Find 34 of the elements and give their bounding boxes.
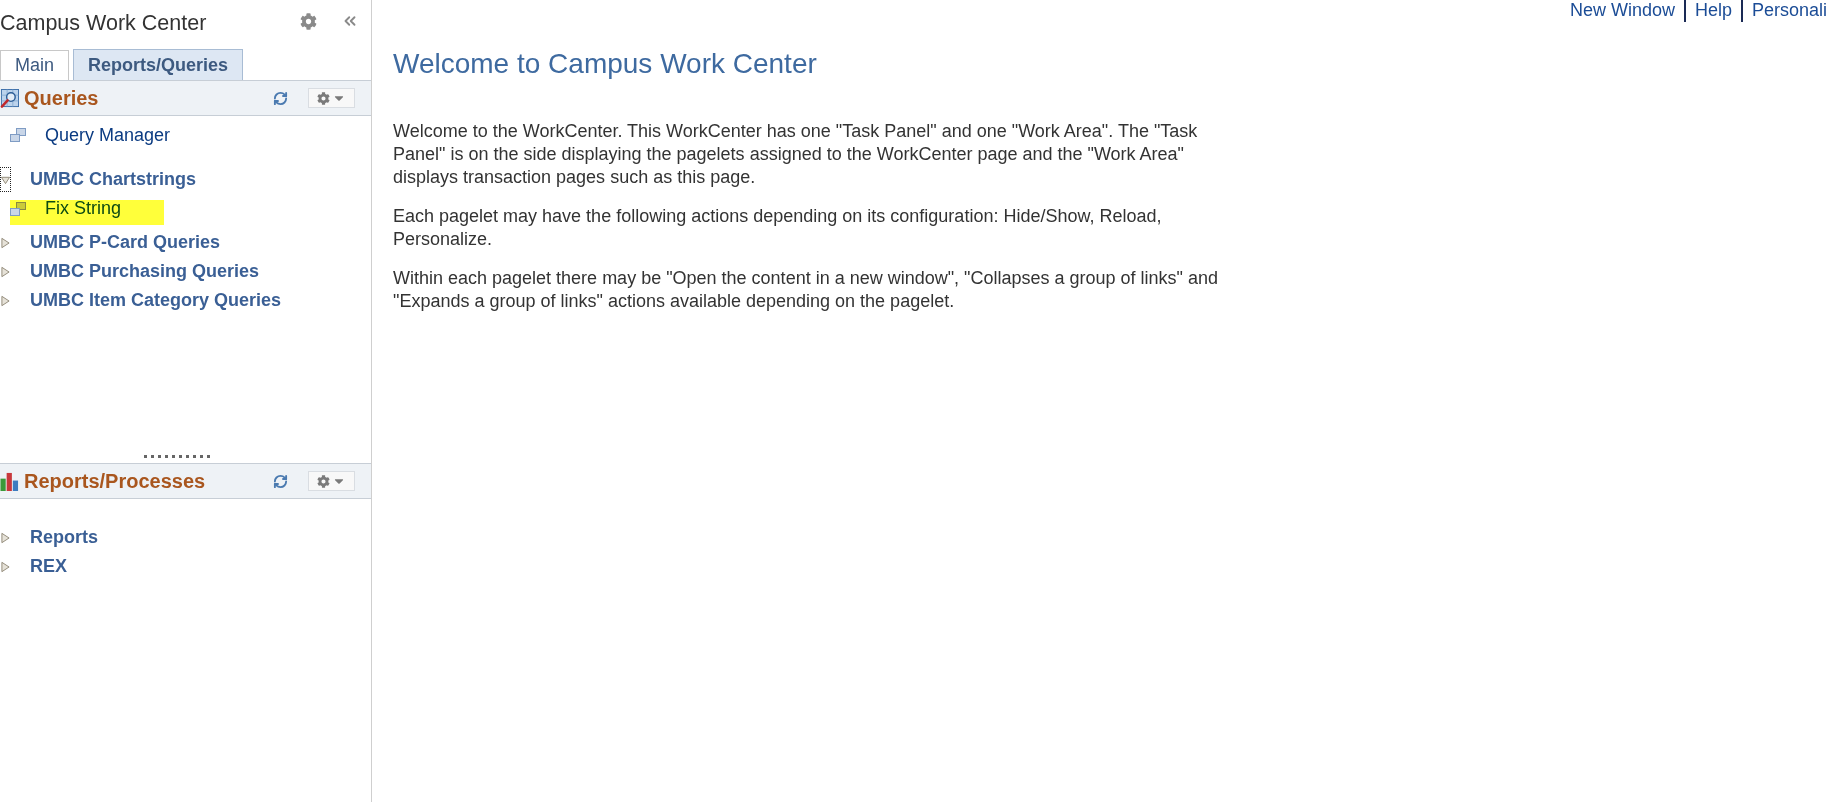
header-link[interactable]: Personali: [1740, 0, 1828, 22]
refresh-icon: [272, 90, 288, 106]
gear-icon: [299, 12, 317, 30]
query-link[interactable]: Query Manager: [10, 121, 177, 149]
paragraph: Within each pagelet there may be "Open the content in a new window", "Collapses a group of links" and "Expands a group of links" actions available depending on the pagelet.: [393, 267, 1220, 313]
panel-title: Campus Work Center: [0, 10, 208, 37]
tab[interactable]: Main: [0, 50, 69, 80]
page-heading: Welcome to Campus Work Center: [392, 48, 818, 80]
folder-link[interactable]: Reports: [30, 524, 98, 551]
settings-button[interactable]: [299, 12, 317, 30]
folder-link[interactable]: UMBC Chartstrings: [30, 166, 196, 193]
folder-link[interactable]: REX: [30, 553, 67, 580]
header-link[interactable]: New Window: [1569, 0, 1684, 22]
gear-icon: [317, 91, 330, 105]
refresh-button[interactable]: [272, 90, 288, 106]
gear-icon: [317, 474, 330, 488]
pagelet-title: Reports/Processes: [24, 469, 207, 494]
paragraph: Welcome to the WorkCenter. This WorkCenter has one "Task Panel" and one "Work Area". The "Task Panel" is on the side displaying the pagelets assigned to the WorkCenter page and the "Work Area" displays transaction pages such as this page.: [393, 120, 1199, 189]
pagelet-title: Queries: [24, 86, 100, 111]
folder-link[interactable]: UMBC P-Card Queries: [30, 229, 221, 256]
windows-icon: [10, 201, 26, 216]
bar-chart-icon: [0, 471, 19, 491]
tab[interactable]: Reports/Queries: [73, 49, 244, 80]
refresh-button[interactable]: [272, 473, 288, 489]
folder-link[interactable]: UMBC Purchasing Queries: [30, 258, 260, 285]
query-link[interactable]: Fix String: [10, 200, 164, 225]
pagelet-options-button[interactable]: [308, 471, 355, 491]
windows-icon: [10, 128, 26, 142]
header-link[interactable]: Help: [1683, 0, 1741, 22]
resize-handle[interactable]: [144, 455, 213, 458]
folder-link[interactable]: UMBC Item Category Queries: [30, 287, 282, 314]
refresh-icon: [272, 473, 288, 489]
paragraph: Each pagelet may have the following actions depending on its configuration: Hide/Show, Reload, Personalize.: [393, 205, 1163, 251]
pagelet-options-button[interactable]: [308, 88, 355, 108]
